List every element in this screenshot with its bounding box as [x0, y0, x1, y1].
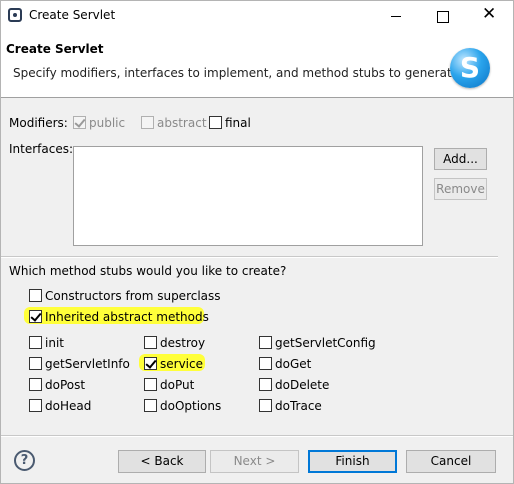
- remove-interface-button: Remove: [434, 178, 487, 200]
- dooptions-checkbox[interactable]: [144, 399, 157, 412]
- constructors-checkbox[interactable]: [29, 289, 42, 302]
- final-label[interactable]: final: [225, 116, 251, 130]
- create-servlet-dialog: Create Servlet ✕ Create Servlet Specify …: [0, 0, 514, 484]
- public-label: public: [89, 116, 126, 130]
- footer-separator-highlight: [1, 436, 513, 437]
- service-label[interactable]: service: [160, 357, 203, 371]
- close-button[interactable]: ✕: [465, 1, 511, 31]
- dotrace-label[interactable]: doTrace: [275, 399, 322, 413]
- dopost-label[interactable]: doPost: [45, 378, 85, 392]
- destroy-checkbox[interactable]: [144, 336, 157, 349]
- inherited-abstract-checkbox[interactable]: [29, 310, 42, 323]
- getservletconfig-label[interactable]: getServletConfig: [275, 336, 376, 350]
- stubs-question: Which method stubs would you like to cre…: [9, 264, 287, 278]
- finish-button[interactable]: Finish: [308, 450, 397, 473]
- dooptions-label[interactable]: doOptions: [160, 399, 221, 413]
- final-checkbox[interactable]: [209, 116, 222, 129]
- service-checkbox[interactable]: [144, 357, 157, 370]
- interfaces-label: Interfaces:: [9, 142, 74, 156]
- banner-title: Create Servlet: [6, 42, 104, 56]
- init-checkbox[interactable]: [29, 336, 42, 349]
- maximize-button[interactable]: [419, 1, 465, 31]
- dodelete-checkbox[interactable]: [259, 378, 272, 391]
- servlet-logo-icon: S: [450, 48, 490, 88]
- interfaces-list[interactable]: [73, 146, 423, 246]
- dohead-label[interactable]: doHead: [45, 399, 91, 413]
- window-title: Create Servlet: [29, 8, 116, 22]
- close-icon: ✕: [482, 4, 497, 24]
- eclipse-icon: [8, 8, 22, 22]
- doget-label[interactable]: doGet: [275, 357, 311, 371]
- constructors-label[interactable]: Constructors from superclass: [45, 289, 221, 303]
- separator-highlight: [1, 257, 498, 258]
- minimize-button[interactable]: [373, 1, 419, 31]
- dodelete-label[interactable]: doDelete: [275, 378, 329, 392]
- modifiers-label: Modifiers:: [9, 116, 68, 130]
- getservletinfo-label[interactable]: getServletInfo: [45, 357, 130, 371]
- doput-label[interactable]: doPut: [160, 378, 194, 392]
- dopost-checkbox[interactable]: [29, 378, 42, 391]
- back-button[interactable]: < Back: [118, 450, 206, 473]
- doput-checkbox[interactable]: [144, 378, 157, 391]
- getservletconfig-checkbox[interactable]: [259, 336, 272, 349]
- inherited-abstract-label[interactable]: Inherited abstract methods: [45, 310, 209, 324]
- next-button: Next >: [210, 450, 299, 473]
- destroy-label[interactable]: destroy: [160, 336, 205, 350]
- banner-description: Specify modifiers, interfaces to impleme…: [13, 66, 463, 80]
- public-checkbox: [73, 116, 86, 129]
- title-bar: Create Servlet ✕: [1, 1, 513, 31]
- init-label[interactable]: init: [45, 336, 64, 350]
- abstract-label: abstract: [157, 116, 207, 130]
- add-interface-button[interactable]: Add...: [434, 148, 487, 170]
- dotrace-checkbox[interactable]: [259, 399, 272, 412]
- help-icon[interactable]: ?: [14, 450, 35, 471]
- cancel-button[interactable]: Cancel: [406, 450, 496, 473]
- wizard-banner: Create Servlet Specify modifiers, interf…: [1, 31, 513, 98]
- doget-checkbox[interactable]: [259, 357, 272, 370]
- dohead-checkbox[interactable]: [29, 399, 42, 412]
- abstract-checkbox: [141, 116, 154, 129]
- getservletinfo-checkbox[interactable]: [29, 357, 42, 370]
